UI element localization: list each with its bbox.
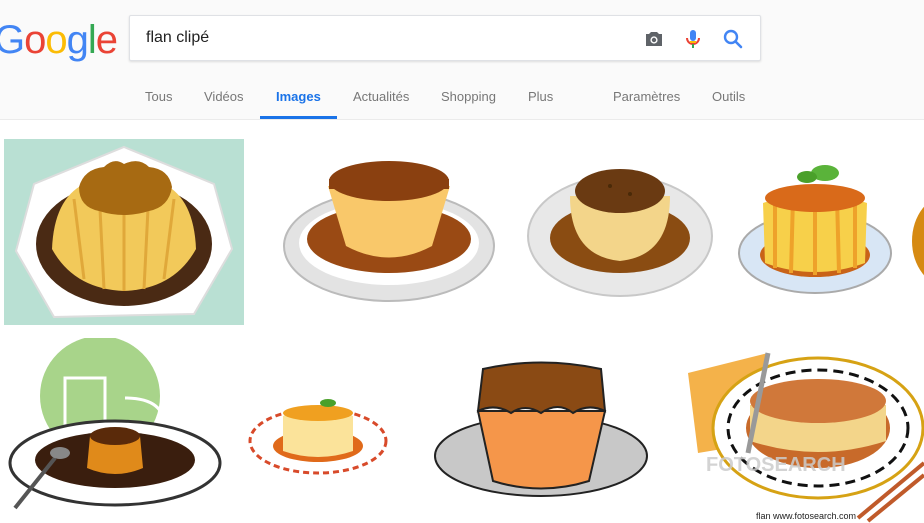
header: Google flan clipé Tous Vidéos Images Act… bbox=[0, 0, 924, 120]
search-icon[interactable] bbox=[721, 27, 745, 51]
camera-icon[interactable] bbox=[642, 27, 666, 51]
tab-tous[interactable]: Tous bbox=[145, 89, 172, 104]
tab-actualites[interactable]: Actualités bbox=[353, 89, 409, 104]
image-result-4[interactable] bbox=[735, 153, 895, 313]
tab-parametres[interactable]: Paramètres bbox=[613, 89, 680, 104]
google-logo[interactable]: Google bbox=[0, 18, 118, 62]
logo-letter-g2: g bbox=[66, 18, 89, 62]
tab-videos[interactable]: Vidéos bbox=[204, 89, 244, 104]
tab-plus[interactable]: Plus bbox=[528, 89, 553, 104]
image-result-6[interactable] bbox=[5, 338, 225, 518]
logo-letter-o2: o bbox=[45, 18, 67, 62]
image-result-7[interactable] bbox=[248, 391, 388, 476]
image-result-9[interactable]: FOTOSEARCH flan www.fotosearch.com bbox=[678, 333, 924, 523]
watermark-text: FOTOSEARCH bbox=[706, 454, 846, 476]
image-result-8[interactable] bbox=[433, 361, 651, 521]
logo-letter-e: e bbox=[95, 18, 118, 62]
logo-letter-g: G bbox=[0, 18, 25, 62]
result-caption: flan www.fotosearch.com bbox=[756, 511, 856, 521]
active-tab-indicator bbox=[260, 116, 337, 119]
tab-images[interactable]: Images bbox=[276, 89, 321, 104]
image-result-5[interactable] bbox=[908, 181, 924, 301]
image-result-3[interactable] bbox=[525, 156, 715, 306]
image-result-1[interactable] bbox=[4, 139, 244, 325]
search-box[interactable]: flan clipé bbox=[129, 15, 761, 61]
image-result-2[interactable] bbox=[276, 151, 502, 311]
tab-shopping[interactable]: Shopping bbox=[441, 89, 496, 104]
microphone-icon[interactable] bbox=[681, 27, 705, 51]
logo-letter-l: l bbox=[87, 18, 97, 62]
search-tabs: Tous Vidéos Images Actualités Shopping P… bbox=[0, 76, 924, 120]
image-results-grid: FOTOSEARCH flan www.fotosearch.com bbox=[0, 121, 924, 523]
search-input[interactable]: flan clipé bbox=[146, 29, 209, 47]
logo-letter-o1: o bbox=[24, 18, 46, 62]
tab-outils[interactable]: Outils bbox=[712, 89, 745, 104]
